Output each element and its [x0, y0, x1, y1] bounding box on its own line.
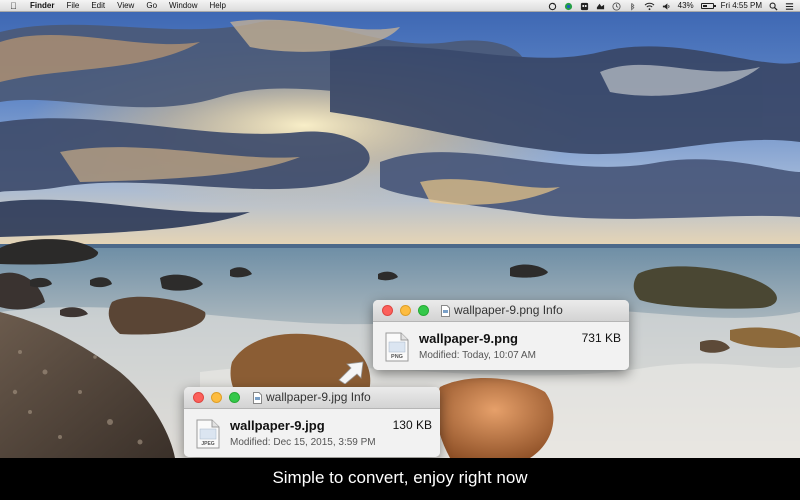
zoom-button[interactable] — [229, 392, 240, 403]
file-size: 731 KB — [581, 331, 621, 345]
info-window-png[interactable]: wallpaper-9.png Info PNG wallpaper-9.png… — [373, 300, 629, 370]
battery-percent[interactable]: 43% — [678, 0, 694, 12]
document-icon — [253, 391, 262, 404]
status-area: 43% Fri 4:55 PM — [548, 0, 794, 12]
recording-icon[interactable] — [564, 2, 573, 11]
menu-view[interactable]: View — [111, 0, 140, 12]
window-titlebar[interactable]: wallpaper-9.png Info — [373, 300, 629, 322]
wifi-icon[interactable] — [628, 2, 637, 11]
png-icon-label: PNG — [391, 354, 403, 360]
sync-icon[interactable] — [548, 2, 557, 11]
modified-date: Modified: Dec 15, 2015, 3:59 PM — [230, 437, 376, 448]
info-window-jpg[interactable]: wallpaper-9.jpg Info JPEG wallpaper-9.jp… — [184, 387, 440, 457]
convert-arrow-icon — [338, 361, 364, 384]
bluetooth-icon[interactable] — [612, 1, 621, 11]
menu-window[interactable]: Window — [163, 0, 203, 12]
minimize-button[interactable] — [400, 305, 411, 316]
jpeg-file-icon: JPEG — [196, 419, 220, 449]
menu-file[interactable]: File — [60, 0, 85, 12]
volume-icon[interactable] — [644, 2, 655, 11]
close-button[interactable] — [382, 305, 393, 316]
zoom-button[interactable] — [418, 305, 429, 316]
file-size: 130 KB — [392, 418, 432, 432]
minimize-button[interactable] — [211, 392, 222, 403]
png-file-icon: PNG — [385, 332, 409, 362]
traffic-lights — [382, 305, 429, 316]
jpeg-icon-label: JPEG — [201, 441, 214, 447]
list-icon[interactable] — [785, 2, 794, 11]
menu-bar:  Finder File Edit View Go Window Help 4… — [0, 0, 800, 12]
owl-icon[interactable] — [580, 2, 589, 11]
menu-clock[interactable]: Fri 4:55 PM — [721, 0, 762, 12]
speaker-icon[interactable] — [662, 2, 671, 11]
window-title-text: wallpaper-9.png Info — [454, 303, 563, 317]
info-body: JPEG wallpaper-9.jpg 130 KB Modified: De… — [184, 409, 440, 457]
menu-edit[interactable]: Edit — [85, 0, 111, 12]
window-title-text: wallpaper-9.jpg Info — [266, 390, 371, 404]
window-title: wallpaper-9.jpg Info — [253, 387, 371, 408]
file-name: wallpaper-9.jpg — [230, 418, 325, 433]
apple-menu-icon[interactable]:  — [10, 0, 17, 12]
traffic-lights — [193, 392, 240, 403]
window-title: wallpaper-9.png Info — [441, 300, 563, 321]
menu-list: Finder File Edit View Go Window Help — [30, 0, 232, 12]
info-body: PNG wallpaper-9.png 731 KB Modified: Tod… — [373, 322, 629, 370]
search-icon[interactable] — [769, 2, 778, 11]
window-titlebar[interactable]: wallpaper-9.jpg Info — [184, 387, 440, 409]
file-name: wallpaper-9.png — [419, 331, 518, 346]
promo-caption: Simple to convert, enjoy right now — [0, 458, 800, 500]
document-icon — [441, 304, 450, 317]
battery-icon[interactable] — [700, 3, 716, 9]
menu-app-name[interactable]: Finder — [30, 0, 60, 12]
modified-date: Modified: Today, 10:07 AM — [419, 350, 536, 361]
timer-icon[interactable] — [596, 2, 605, 11]
menu-go[interactable]: Go — [140, 0, 163, 12]
close-button[interactable] — [193, 392, 204, 403]
menu-help[interactable]: Help — [203, 0, 231, 12]
